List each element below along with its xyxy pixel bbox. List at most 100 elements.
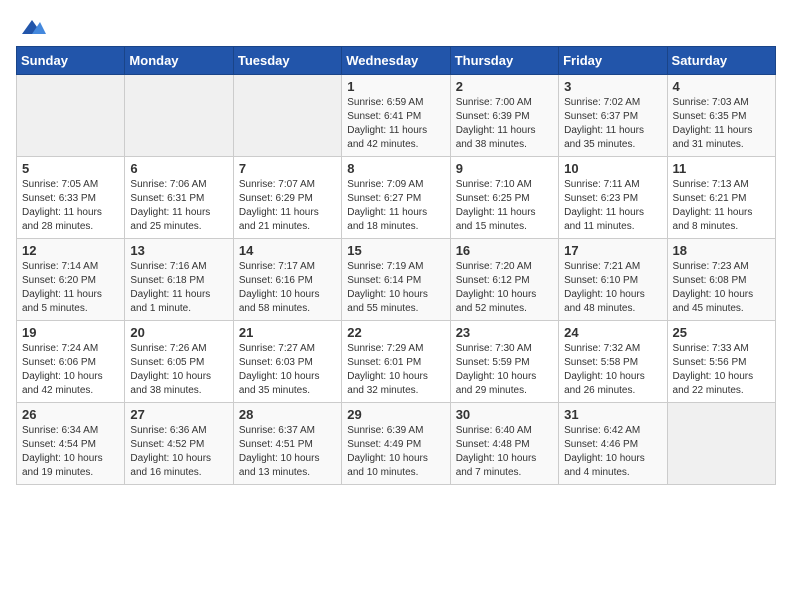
day-info: Sunrise: 7:06 AM Sunset: 6:31 PM Dayligh… [130,178,227,234]
calendar-week-row: 26Sunrise: 6:34 AM Sunset: 4:54 PM Dayli… [17,403,776,485]
calendar-day-cell: 15 Sunrise: 7:19 AM Sunset: 6:14 PM Dayli… [342,239,450,321]
calendar-day-cell: 13 Sunrise: 7:16 AM Sunset: 6:18 PM Dayli… [125,239,233,321]
day-info: Sunrise: 7:29 AM Sunset: 6:01 PM Dayligh… [347,342,444,398]
calendar-day-cell: 19 Sunrise: 7:24 AM Sunset: 6:06 PM Dayli… [17,321,125,403]
day-info: Sunrise: 7:10 AM Sunset: 6:25 PM Dayligh… [456,178,553,234]
calendar-day-cell: 21Sunrise: 7:27 AM Sunset: 6:03 PM Dayli… [233,321,341,403]
calendar-day-cell: 11 Sunrise: 7:13 AM Sunset: 6:21 PM Dayli… [667,157,775,239]
day-number: 7 [239,161,336,176]
day-number: 24 [564,325,661,340]
calendar-day-cell: 16 Sunrise: 7:20 AM Sunset: 6:12 PM Dayli… [450,239,558,321]
day-info: Sunrise: 7:13 AM Sunset: 6:21 PM Dayligh… [673,178,770,234]
day-number: 18 [673,243,770,258]
calendar-day-cell [17,75,125,157]
calendar-day-cell [233,75,341,157]
calendar-day-cell: 27Sunrise: 6:36 AM Sunset: 4:52 PM Dayli… [125,403,233,485]
calendar-day-cell [667,403,775,485]
calendar-day-cell: 2 Sunrise: 7:00 AM Sunset: 6:39 PM Daylig… [450,75,558,157]
calendar-week-row: 5 Sunrise: 7:05 AM Sunset: 6:33 PM Daylig… [17,157,776,239]
day-info: Sunrise: 6:59 AM Sunset: 6:41 PM Dayligh… [347,96,444,152]
calendar-day-cell: 1Sunrise: 6:59 AM Sunset: 6:41 PM Daylig… [342,75,450,157]
day-number: 25 [673,325,770,340]
calendar-day-cell: 17Sunrise: 7:21 AM Sunset: 6:10 PM Dayli… [559,239,667,321]
calendar-day-cell: 8 Sunrise: 7:09 AM Sunset: 6:27 PM Daylig… [342,157,450,239]
day-info: Sunrise: 7:19 AM Sunset: 6:14 PM Dayligh… [347,260,444,316]
weekday-header: Thursday [450,47,558,75]
calendar-day-cell: 28 Sunrise: 6:37 AM Sunset: 4:51 PM Dayli… [233,403,341,485]
day-number: 8 [347,161,444,176]
day-number: 29 [347,407,444,422]
calendar-day-cell [125,75,233,157]
calendar-week-row: 1Sunrise: 6:59 AM Sunset: 6:41 PM Daylig… [17,75,776,157]
day-number: 27 [130,407,227,422]
day-number: 4 [673,79,770,94]
calendar-day-cell: 5 Sunrise: 7:05 AM Sunset: 6:33 PM Daylig… [17,157,125,239]
calendar-day-cell: 30 Sunrise: 6:40 AM Sunset: 4:48 PM Dayli… [450,403,558,485]
day-info: Sunrise: 7:30 AM Sunset: 5:59 PM Dayligh… [456,342,553,398]
day-info: Sunrise: 7:03 AM Sunset: 6:35 PM Dayligh… [673,96,770,152]
day-info: Sunrise: 7:00 AM Sunset: 6:39 PM Dayligh… [456,96,553,152]
day-number: 13 [130,243,227,258]
calendar-day-cell: 18 Sunrise: 7:23 AM Sunset: 6:08 PM Dayli… [667,239,775,321]
day-info: Sunrise: 7:14 AM Sunset: 6:20 PM Dayligh… [22,260,119,316]
weekday-header: Saturday [667,47,775,75]
day-number: 5 [22,161,119,176]
calendar-day-cell: 6 Sunrise: 7:06 AM Sunset: 6:31 PM Daylig… [125,157,233,239]
day-info: Sunrise: 7:26 AM Sunset: 6:05 PM Dayligh… [130,342,227,398]
day-number: 9 [456,161,553,176]
day-info: Sunrise: 7:24 AM Sunset: 6:06 PM Dayligh… [22,342,119,398]
day-number: 19 [22,325,119,340]
day-number: 12 [22,243,119,258]
logo-icon [18,16,46,38]
day-info: Sunrise: 7:23 AM Sunset: 6:08 PM Dayligh… [673,260,770,316]
day-number: 11 [673,161,770,176]
day-number: 26 [22,407,119,422]
day-number: 22 [347,325,444,340]
day-number: 10 [564,161,661,176]
weekday-header: Friday [559,47,667,75]
day-number: 16 [456,243,553,258]
day-number: 14 [239,243,336,258]
day-number: 2 [456,79,553,94]
calendar-day-cell: 12 Sunrise: 7:14 AM Sunset: 6:20 PM Dayli… [17,239,125,321]
logo [16,16,46,34]
day-info: Sunrise: 6:37 AM Sunset: 4:51 PM Dayligh… [239,424,336,480]
calendar-day-cell: 10 Sunrise: 7:11 AM Sunset: 6:23 PM Dayli… [559,157,667,239]
calendar-week-row: 19 Sunrise: 7:24 AM Sunset: 6:06 PM Dayli… [17,321,776,403]
day-number: 28 [239,407,336,422]
day-info: Sunrise: 7:17 AM Sunset: 6:16 PM Dayligh… [239,260,336,316]
day-number: 3 [564,79,661,94]
day-info: Sunrise: 6:40 AM Sunset: 4:48 PM Dayligh… [456,424,553,480]
day-number: 20 [130,325,227,340]
calendar-day-cell: 23Sunrise: 7:30 AM Sunset: 5:59 PM Dayli… [450,321,558,403]
calendar-day-cell: 29Sunrise: 6:39 AM Sunset: 4:49 PM Dayli… [342,403,450,485]
calendar-day-cell: 4 Sunrise: 7:03 AM Sunset: 6:35 PM Daylig… [667,75,775,157]
calendar-day-cell: 22 Sunrise: 7:29 AM Sunset: 6:01 PM Dayli… [342,321,450,403]
day-number: 6 [130,161,227,176]
day-number: 30 [456,407,553,422]
day-info: Sunrise: 7:07 AM Sunset: 6:29 PM Dayligh… [239,178,336,234]
day-info: Sunrise: 6:42 AM Sunset: 4:46 PM Dayligh… [564,424,661,480]
calendar-week-row: 12 Sunrise: 7:14 AM Sunset: 6:20 PM Dayli… [17,239,776,321]
day-info: Sunrise: 7:09 AM Sunset: 6:27 PM Dayligh… [347,178,444,234]
calendar-day-cell: 7 Sunrise: 7:07 AM Sunset: 6:29 PM Daylig… [233,157,341,239]
weekday-header: Tuesday [233,47,341,75]
day-number: 15 [347,243,444,258]
calendar-day-cell: 26Sunrise: 6:34 AM Sunset: 4:54 PM Dayli… [17,403,125,485]
day-number: 31 [564,407,661,422]
calendar-day-cell: 31 Sunrise: 6:42 AM Sunset: 4:46 PM Dayli… [559,403,667,485]
calendar-day-cell: 25 Sunrise: 7:33 AM Sunset: 5:56 PM Dayli… [667,321,775,403]
calendar-day-cell: 24Sunrise: 7:32 AM Sunset: 5:58 PM Dayli… [559,321,667,403]
day-info: Sunrise: 7:11 AM Sunset: 6:23 PM Dayligh… [564,178,661,234]
weekday-header-row: SundayMondayTuesdayWednesdayThursdayFrid… [17,47,776,75]
calendar-day-cell: 20 Sunrise: 7:26 AM Sunset: 6:05 PM Dayli… [125,321,233,403]
day-info: Sunrise: 7:33 AM Sunset: 5:56 PM Dayligh… [673,342,770,398]
day-info: Sunrise: 7:16 AM Sunset: 6:18 PM Dayligh… [130,260,227,316]
day-info: Sunrise: 7:05 AM Sunset: 6:33 PM Dayligh… [22,178,119,234]
weekday-header: Monday [125,47,233,75]
day-info: Sunrise: 7:27 AM Sunset: 6:03 PM Dayligh… [239,342,336,398]
weekday-header: Sunday [17,47,125,75]
day-info: Sunrise: 7:20 AM Sunset: 6:12 PM Dayligh… [456,260,553,316]
calendar-day-cell: 9 Sunrise: 7:10 AM Sunset: 6:25 PM Daylig… [450,157,558,239]
page-header [16,16,776,34]
